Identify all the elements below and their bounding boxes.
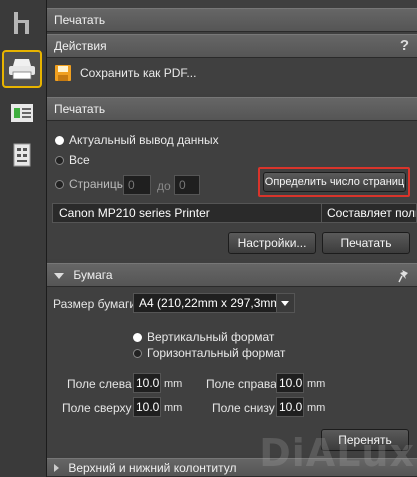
sidebar-item-print[interactable] xyxy=(2,50,42,88)
printer-select[interactable]: Canon MP210 series Printer xyxy=(52,203,328,223)
radio-landscape[interactable] xyxy=(133,348,142,358)
print-button[interactable]: Печатать xyxy=(322,232,410,254)
settings-button[interactable]: Настройки... xyxy=(228,232,316,254)
hierarchy-icon xyxy=(14,12,29,34)
floppy-disk-icon xyxy=(55,65,71,81)
pages-to-input[interactable]: 0 xyxy=(174,175,200,195)
print-title: Печатать xyxy=(54,102,106,116)
sidebar-item-hierarchy[interactable] xyxy=(2,4,42,42)
actions-header[interactable]: Действия ? xyxy=(47,34,417,58)
margin-top-input[interactable]: 10.0 xyxy=(133,397,161,417)
save-pdf-label: Сохранить как PDF... xyxy=(80,66,197,80)
header-footer-title: Верхний и нижний колонтитул xyxy=(68,461,237,475)
pages-from-input[interactable]: 0 xyxy=(123,175,151,195)
dropdown-arrow-icon[interactable] xyxy=(276,294,294,312)
actions-title: Действия xyxy=(54,39,107,53)
panel-title-text: Печатать xyxy=(54,13,106,27)
margin-bottom-unit: mm xyxy=(307,402,326,414)
orientation-landscape-label: Горизонтальный формат xyxy=(147,346,286,360)
paper-header[interactable]: Бумага xyxy=(47,263,417,287)
margin-right-label: Поле справа xyxy=(206,377,277,391)
panel-title: Печатать xyxy=(47,8,417,32)
pin-icon[interactable] xyxy=(398,269,410,283)
orientation-portrait-label: Вертикальный формат xyxy=(147,330,275,344)
margin-bottom-input[interactable]: 10.0 xyxy=(276,397,304,417)
margin-left-input[interactable]: 10.0 xyxy=(133,373,161,393)
radio-all[interactable] xyxy=(55,155,64,165)
orientation-landscape[interactable]: Горизонтальный формат xyxy=(133,345,285,361)
margin-left-label: Поле слева xyxy=(67,377,132,391)
watermark-logo: DiALux xyxy=(259,431,415,475)
paper-title: Бумага xyxy=(73,268,113,282)
list-view-icon xyxy=(11,104,33,122)
option-pages[interactable]: Страницы xyxy=(55,176,125,192)
main-panel: Печатать Действия ? Сохранить как PDF...… xyxy=(47,0,417,477)
paper-size-label: Размер бумаги xyxy=(53,297,137,311)
option-all-label: Все xyxy=(69,153,90,167)
sidebar-item-pages[interactable] xyxy=(2,136,42,174)
option-all[interactable]: Все xyxy=(55,152,90,168)
radio-portrait[interactable] xyxy=(133,332,142,342)
printer-name: Canon MP210 series Printer xyxy=(59,206,210,220)
margin-right-input[interactable]: 10.0 xyxy=(276,373,304,393)
margin-left-unit: mm xyxy=(164,378,183,390)
collapse-arrow-icon[interactable] xyxy=(54,272,64,279)
paper-size-select[interactable]: A4 (210,22mm x 297,3mm) xyxy=(133,293,295,313)
pages-to-label: до xyxy=(157,179,171,193)
save-pdf-action[interactable]: Сохранить как PDF... xyxy=(54,64,196,82)
option-current-label: Актуальный вывод данных xyxy=(69,133,219,147)
expand-arrow-icon[interactable] xyxy=(54,464,59,472)
print-header[interactable]: Печатать xyxy=(47,97,417,121)
margin-top-label: Поле сверху xyxy=(62,401,132,415)
orientation-portrait[interactable]: Вертикальный формат xyxy=(133,329,274,345)
composition-label: Составляет полны xyxy=(327,206,416,220)
help-icon[interactable]: ? xyxy=(400,35,409,57)
determine-pages-button[interactable]: Определить число страниц xyxy=(263,172,406,192)
option-pages-label: Страницы xyxy=(69,177,126,191)
paper-size-value: A4 (210,22mm x 297,3mm) xyxy=(139,296,285,310)
margin-right-unit: mm xyxy=(307,378,326,390)
margin-top-unit: mm xyxy=(164,402,183,414)
radio-current-output[interactable] xyxy=(55,135,64,145)
printer-icon xyxy=(9,59,35,80)
sidebar xyxy=(0,0,47,477)
option-current-output[interactable]: Актуальный вывод данных xyxy=(55,132,219,148)
composition-select[interactable]: Составляет полны xyxy=(321,203,417,223)
sidebar-item-list[interactable] xyxy=(2,94,42,132)
radio-pages[interactable] xyxy=(55,179,64,189)
margin-bottom-label: Поле снизу xyxy=(212,401,275,415)
document-pages-icon xyxy=(13,143,31,167)
